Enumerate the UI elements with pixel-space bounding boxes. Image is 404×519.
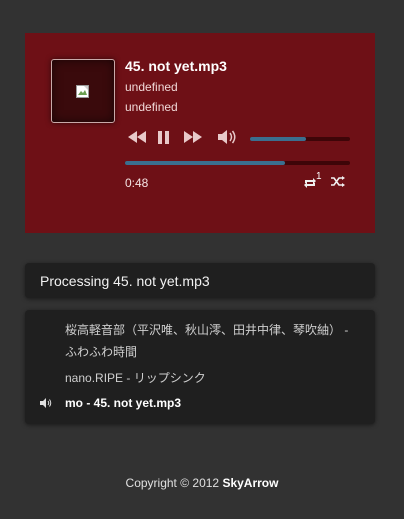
album-cover — [51, 59, 115, 123]
brand-link[interactable]: SkyArrow — [222, 476, 278, 490]
current-time: 0:48 — [125, 176, 149, 190]
track-title: 45. not yet.mp3 — [125, 58, 227, 74]
player-panel: 45. not yet.mp3 undefined undefined 0:48… — [25, 33, 375, 233]
status-text: Processing 45. not yet.mp3 — [40, 273, 210, 289]
playlist: 桜高軽音部（平沢唯、秋山澪、田井中律、琴吹紬） - ふわふわ時間 nano.RI… — [25, 310, 375, 424]
broken-image-icon — [76, 85, 89, 98]
repeat-icon — [304, 178, 316, 188]
repeat-button[interactable]: 1 — [303, 171, 329, 190]
volume-icon[interactable] — [218, 129, 238, 145]
now-playing-icon — [40, 398, 52, 408]
playlist-item[interactable]: 桜高軽音部（平沢唯、秋山澪、田井中律、琴吹紬） - ふわふわ時間 — [65, 319, 355, 363]
volume-fill — [250, 137, 306, 141]
previous-icon[interactable] — [128, 131, 146, 143]
progress-fill — [125, 161, 285, 165]
progress-bar[interactable] — [125, 161, 350, 165]
shuffle-icon[interactable] — [331, 176, 345, 187]
next-icon[interactable] — [184, 131, 202, 143]
track-album: undefined — [125, 100, 178, 114]
pause-icon[interactable] — [158, 131, 170, 144]
repeat-count: 1 — [316, 171, 322, 182]
playlist-item-playing[interactable]: mo - 45. not yet.mp3 — [65, 392, 355, 414]
volume-slider[interactable] — [250, 137, 350, 141]
status-panel: Processing 45. not yet.mp3 — [25, 263, 375, 298]
track-artist: undefined — [125, 80, 178, 94]
footer: Copyright © 2012 SkyArrow — [0, 476, 404, 490]
playlist-item[interactable]: nano.RIPE - リップシンク — [65, 367, 355, 389]
copyright-text: Copyright © 2012 — [125, 476, 223, 490]
